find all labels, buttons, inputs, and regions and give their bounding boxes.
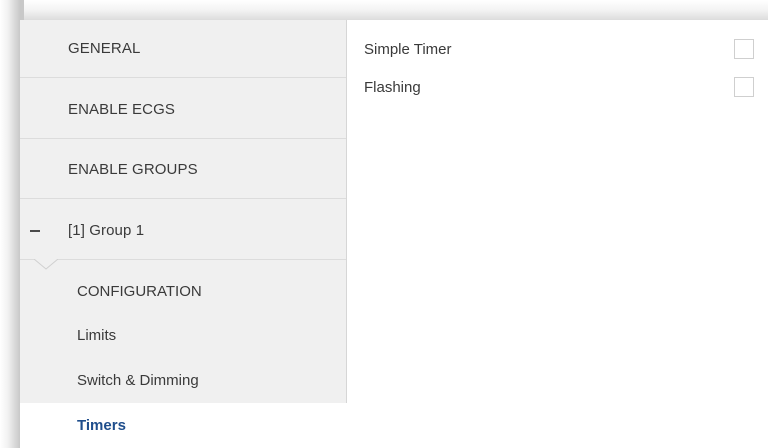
sidebar-item-enable-groups[interactable]: ENABLE GROUPS: [20, 141, 346, 199]
sidebar-subitem-label: CONFIGURATION: [77, 283, 202, 300]
flashing-checkbox[interactable]: [734, 77, 754, 97]
sidebar-item-group-1[interactable]: [1] Group 1: [20, 202, 346, 260]
param-label: Flashing: [364, 79, 421, 96]
simple-timer-checkbox[interactable]: [734, 39, 754, 59]
sidebar-subitem-label: Switch & Dimming: [77, 372, 199, 389]
sidebar-item-label: GENERAL: [68, 40, 141, 57]
sidebar-item-label: ENABLE ECGS: [68, 101, 175, 118]
sidebar: GENERAL ENABLE ECGS ENABLE GROUPS [1] Gr…: [20, 20, 347, 448]
sidebar-subitem-label: Limits: [77, 327, 117, 344]
parameter-window: GENERAL ENABLE ECGS ENABLE GROUPS [1] Gr…: [20, 20, 768, 448]
param-row-flashing: Flashing: [364, 77, 754, 101]
sidebar-subitem-label: Timers: [77, 417, 126, 434]
param-label: Simple Timer: [364, 41, 452, 58]
sidebar-subitem-configuration[interactable]: CONFIGURATION: [20, 269, 346, 314]
sidebar-subitem-switch-dimming[interactable]: Switch & Dimming: [20, 358, 346, 403]
parameters-panel: Simple Timer Flashing: [347, 20, 768, 448]
param-row-simple-timer: Simple Timer: [364, 39, 754, 63]
sidebar-item-general[interactable]: GENERAL: [20, 20, 346, 78]
sidebar-item-label: ENABLE GROUPS: [68, 161, 198, 178]
screen: GENERAL ENABLE ECGS ENABLE GROUPS [1] Gr…: [0, 0, 768, 448]
sidebar-subitem-timers[interactable]: Timers: [20, 403, 347, 448]
sidebar-item-enable-ecgs[interactable]: ENABLE ECGS: [20, 81, 346, 139]
collapse-minus-icon[interactable]: [30, 230, 40, 232]
sidebar-subitem-limits[interactable]: Limits: [20, 313, 346, 358]
